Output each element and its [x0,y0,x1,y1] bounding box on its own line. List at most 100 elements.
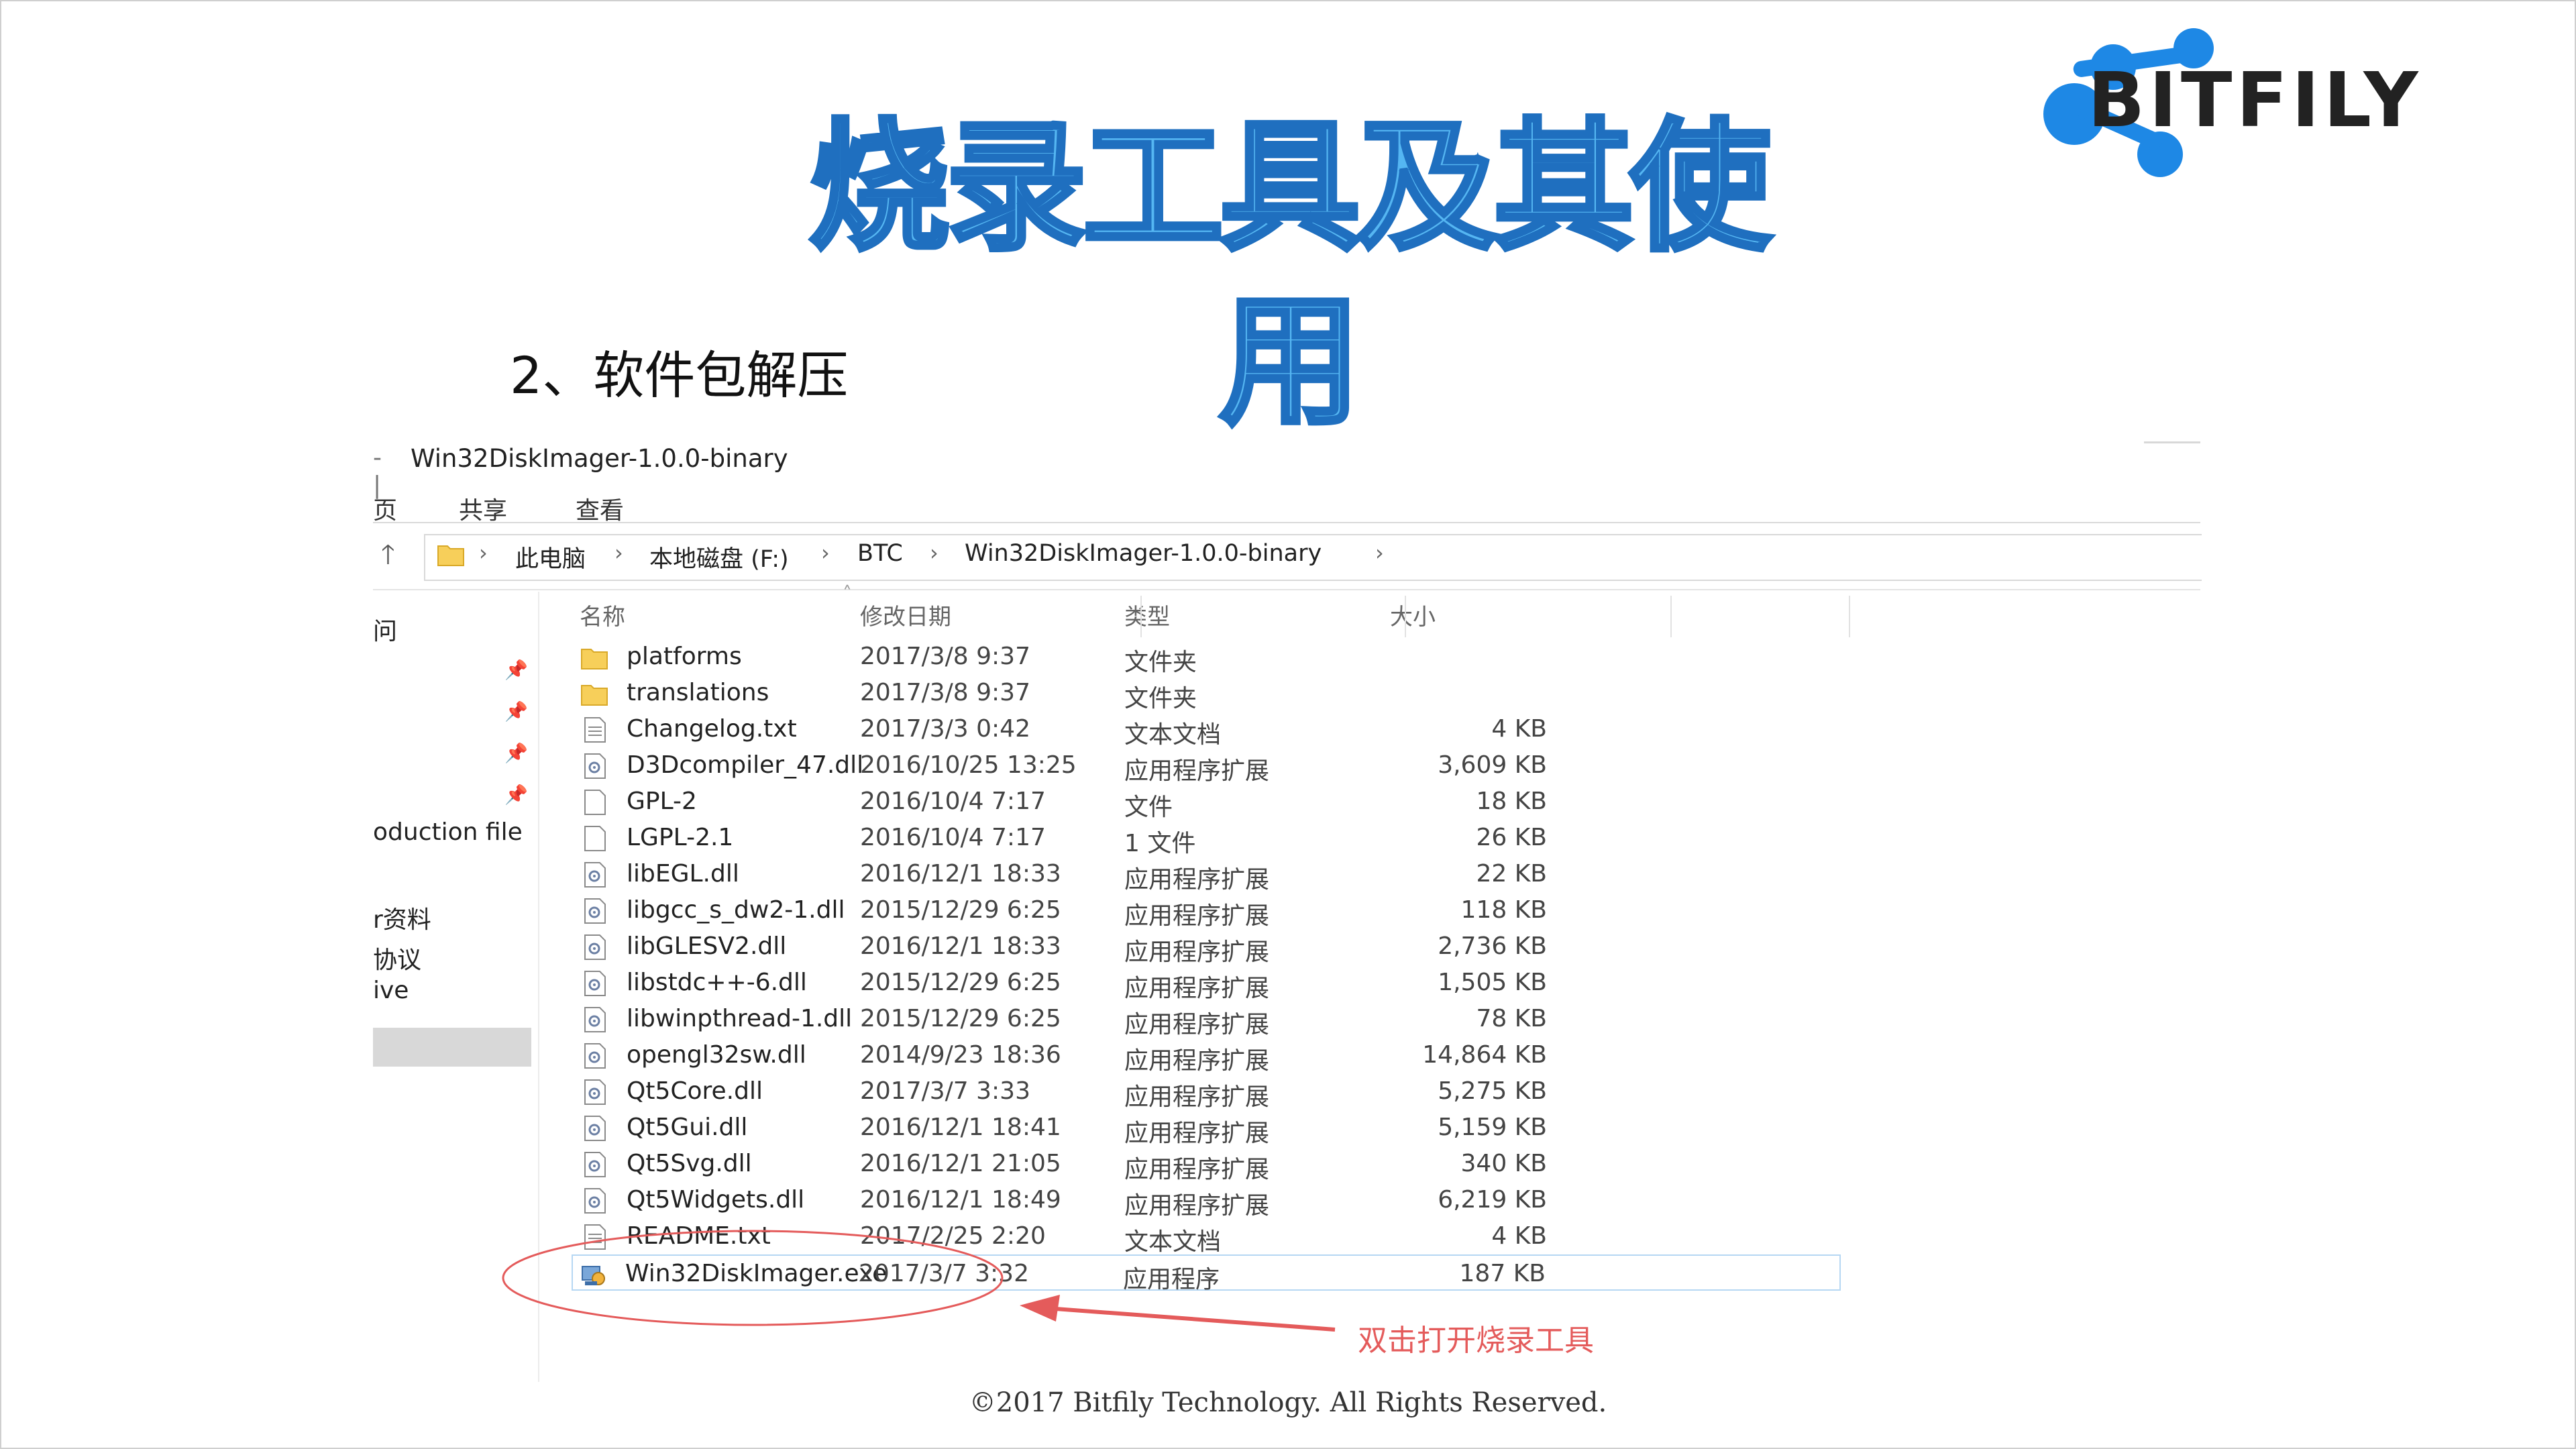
highlight-ellipse [502,1230,1004,1326]
tab-home[interactable]: 页 [373,491,397,526]
file-row[interactable]: LGPL-2.1 2016/10/4 7:17 1 文件 26 KB [574,820,1849,857]
dll-file-icon [581,934,608,961]
file-modified: 2016/10/4 7:17 [860,788,1046,815]
file-size: 14,864 KB [1422,1041,1547,1069]
file-modified: 2016/12/1 18:49 [860,1186,1061,1214]
nav-item[interactable]: 协议 [373,941,538,975]
file-type: 应用程序扩展 [1124,938,1270,966]
dll-file-icon [581,1006,608,1033]
file-size: 78 KB [1476,1005,1547,1032]
column-modified[interactable]: 修改日期 [860,598,951,631]
breadcrumb-btc[interactable]: BTC [857,540,903,567]
slide-title: 烧录工具及其使用 [806,103,1773,447]
address-divider [373,589,2200,590]
bitfily-logo: BITFILY [2012,13,2509,181]
nav-item[interactable]: ive [373,977,538,1004]
file-row[interactable]: libEGL.dll 2016/12/1 18:33 应用程序扩展 22 KB [574,856,1849,894]
chevron-right-icon: › [930,540,938,566]
tab-view[interactable]: 查看 [576,491,624,526]
file-name: libwinpthread-1.dll [627,1005,853,1032]
annotation-arrow [1020,1295,1336,1332]
file-row[interactable]: Qt5Core.dll 2017/3/7 3:33 应用程序扩展 5,275 KB [574,1073,1849,1111]
file-type: 文件夹 [1124,649,1197,676]
up-arrow-icon[interactable]: 🡑 [381,535,395,581]
file-size: 3,609 KB [1438,751,1547,779]
dll-file-icon [581,753,608,780]
folder-icon [581,680,608,707]
file-size: 118 KB [1460,896,1547,924]
nav-item[interactable]: r资料 [373,900,538,935]
file-row[interactable]: GPL-2 2016/10/4 7:17 文件 18 KB [574,784,1849,821]
file-size: 4 KB [1491,1222,1547,1250]
file-name: Qt5Widgets.dll [627,1186,805,1214]
file-size: 5,275 KB [1438,1077,1547,1105]
file-name: libstdc++-6.dll [627,969,807,996]
file-modified: 2016/12/1 18:33 [860,932,1061,960]
file-type: 应用程序扩展 [1124,1156,1270,1183]
pin-icon[interactable]: 📌 [504,784,528,806]
file-modified: 2015/12/29 6:25 [860,969,1061,996]
breadcrumb-this-pc[interactable]: 此电脑 [515,540,586,574]
file-size: 22 KB [1476,860,1547,888]
column-type[interactable]: 类型 [1124,598,1170,631]
chevron-right-icon: › [821,540,830,566]
tab-share[interactable]: 共享 [459,491,507,526]
dll-file-icon [581,898,608,924]
annotation-text: 双击打开烧录工具 [1358,1324,1594,1358]
file-name: Qt5Svg.dll [627,1150,752,1177]
nav-item[interactable]: 问 [373,612,538,647]
breadcrumb-current-folder[interactable]: Win32DiskImager-1.0.0-binary [965,540,1322,567]
file-name: opengl32sw.dll [627,1041,806,1069]
file-row[interactable]: libGLESV2.dll 2016/12/1 18:33 应用程序扩展 2,736 … [574,928,1849,966]
file-row[interactable]: opengl32sw.dll 2014/9/23 18:36 应用程序扩展 14,86… [574,1037,1849,1075]
chevron-right-icon: › [479,540,488,566]
file-row[interactable]: libstdc++-6.dll 2015/12/29 6:25 应用程序扩展 1,50… [574,965,1849,1002]
file-type: 应用程序扩展 [1124,757,1270,785]
window-titlebar: - | Win32DiskImager-1.0.0-binary [373,436,2200,499]
text-file-icon [581,716,608,743]
nav-selected-item[interactable] [373,1028,531,1067]
pin-icon[interactable]: 📌 [504,659,528,681]
file-modified: 2017/3/8 9:37 [860,643,1030,670]
file-type: 文件 [1124,794,1173,821]
file-size: 340 KB [1460,1150,1547,1177]
column-separator[interactable] [1140,596,1142,637]
file-size: 18 KB [1476,788,1547,815]
column-name[interactable]: 名称 [580,598,625,631]
file-row[interactable]: libwinpthread-1.dll 2015/12/29 6:25 应用程序扩展… [574,1001,1849,1038]
file-row[interactable]: libgcc_s_dw2-1.dll 2015/12/29 6:25 应用程序扩展 1… [574,892,1849,930]
file-type: 文本文档 [1124,721,1222,749]
file-row[interactable]: Qt5Widgets.dll 2016/12/1 18:49 应用程序扩展 6,219… [574,1182,1849,1220]
file-type: 应用程序扩展 [1124,866,1270,894]
dll-file-icon [581,1187,608,1214]
file-name: translations [627,679,769,706]
file-row[interactable]: translations 2017/3/8 9:37 文件夹 [574,675,1849,712]
file-type: 文本文档 [1124,1228,1222,1256]
file-row[interactable]: Changelog.txt 2017/3/3 0:42 文本文档 4 KB [574,711,1849,749]
file-modified: 2017/3/8 9:37 [860,679,1030,706]
nav-item[interactable]: oduction file [373,818,538,846]
pin-icon[interactable]: 📌 [504,742,528,764]
file-size: 26 KB [1476,824,1547,851]
file-size: 2,736 KB [1438,932,1547,960]
pin-icon[interactable]: 📌 [504,700,528,722]
dll-file-icon [581,1115,608,1142]
column-size[interactable]: 大小 [1390,598,1436,631]
file-name: libEGL.dll [627,860,739,888]
column-separator[interactable] [1405,596,1406,637]
file-type: 文件夹 [1124,685,1197,712]
file-row[interactable]: platforms 2017/3/8 9:37 文件夹 [574,639,1849,676]
file-row[interactable]: Qt5Svg.dll 2016/12/1 21:05 应用程序扩展 340 KB [574,1146,1849,1183]
file-row[interactable]: Qt5Gui.dll 2016/12/1 18:41 应用程序扩展 5,159 KB [574,1110,1849,1147]
folder-icon [437,542,464,566]
breadcrumb-local-disk[interactable]: 本地磁盘 (F:) [649,540,789,574]
file-type: 应用程序扩展 [1124,1120,1270,1147]
dll-file-icon [581,1151,608,1178]
file-type: 应用程序扩展 [1124,1011,1270,1038]
column-separator[interactable] [1849,596,1850,637]
file-type: 应用程序扩展 [1124,975,1270,1002]
file-modified: 2017/3/7 3:33 [860,1077,1030,1105]
file-row[interactable]: D3Dcompiler_47.dll 2016/10/25 13:25 应用程序扩展… [574,747,1849,785]
file-name: D3Dcompiler_47.dll [627,751,864,779]
column-separator[interactable] [1670,596,1672,637]
